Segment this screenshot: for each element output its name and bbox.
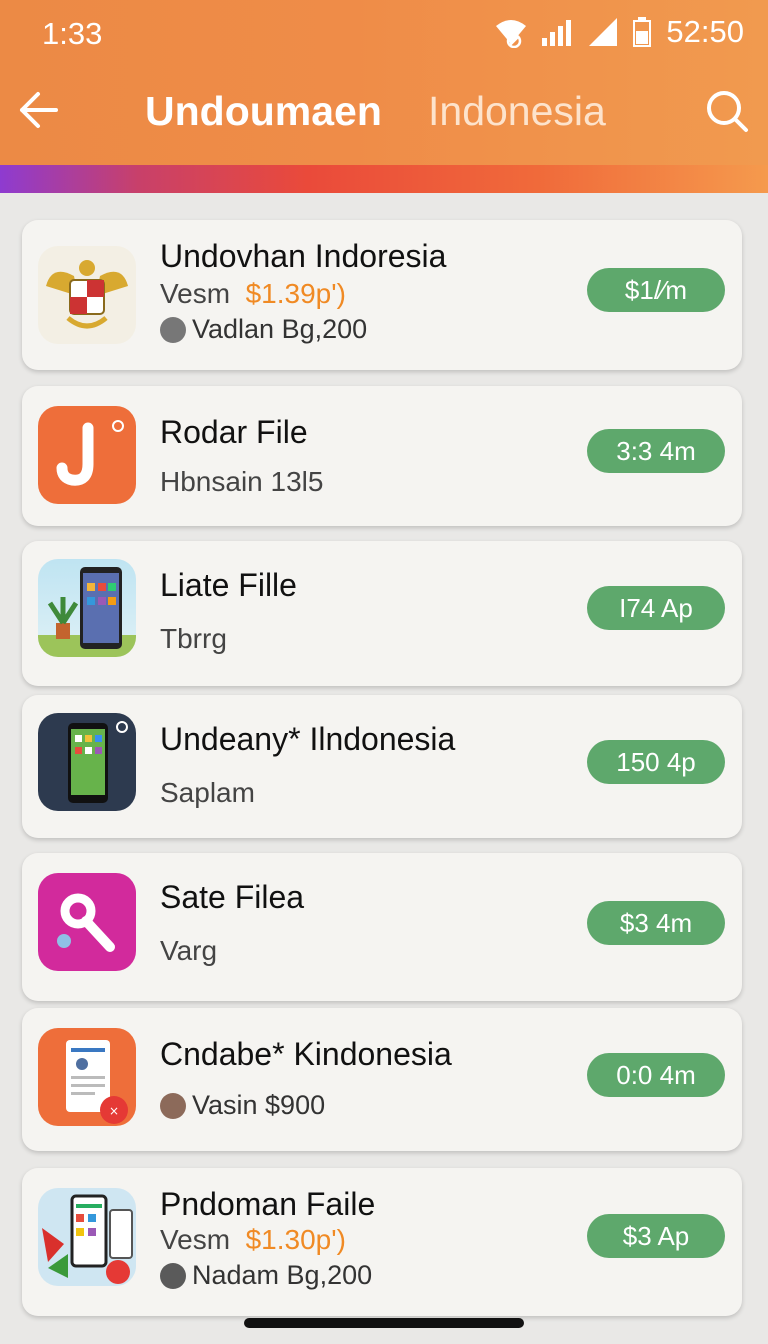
action-button[interactable]: $3 4m	[587, 901, 725, 945]
status-bar: 1:33 52:50	[0, 0, 768, 70]
item-title: Undovhan Indoresia	[160, 238, 447, 274]
action-button[interactable]: 3:3 4m	[587, 429, 725, 473]
page-title-region: Indonesia	[428, 88, 606, 134]
avatar	[160, 316, 186, 343]
cellular-icon	[589, 18, 618, 46]
garuda-emblem-icon	[38, 246, 136, 344]
gradient-strip	[0, 165, 768, 193]
list-item[interactable]: Pndoman Faile Vesm $1.30p') Nadam Bg,200…	[22, 1168, 742, 1316]
status-time: 1:33	[42, 16, 103, 51]
svg-text:×: ×	[109, 1104, 119, 1118]
item-price: $1.39p')	[245, 278, 346, 309]
item-title: Cndabe* Kindonesia	[160, 1036, 452, 1072]
page-title: Undoumaen	[145, 88, 382, 134]
home-indicator[interactable]	[244, 1318, 524, 1328]
file-app-icon	[38, 406, 136, 504]
wifi-icon	[496, 20, 527, 48]
item-price: $1.30p')	[245, 1224, 346, 1255]
action-button[interactable]: 0:0 4m	[587, 1053, 725, 1097]
action-button[interactable]: $3 Ap	[587, 1214, 725, 1258]
battery-level: 52:50	[666, 14, 744, 49]
item-title: Undeany* Ilndonesia	[160, 721, 456, 757]
avatar	[160, 1092, 186, 1119]
list-item[interactable]: Undovhan Indoresia Vesm $1.39p') Vadlan …	[22, 220, 742, 370]
item-subtitle: Saplam	[160, 777, 255, 808]
pin-tool-icon	[38, 873, 136, 971]
item-title: Sate Filea	[160, 879, 305, 915]
item-subtitle: Hbnsain 13l5	[160, 466, 324, 497]
item-title: Rodar File	[160, 414, 308, 450]
avatar	[160, 1262, 186, 1289]
item-meta: Vadlan Bg,200	[160, 314, 367, 345]
signal-icon	[542, 20, 572, 46]
search-icon[interactable]	[704, 88, 750, 134]
list-item[interactable]: Rodar File Hbnsain 13l5 3:3 4m	[22, 386, 742, 526]
action-button[interactable]: 150 4p	[587, 740, 725, 784]
smartphone-icon	[38, 713, 136, 811]
arrow-left-icon[interactable]	[16, 88, 60, 132]
item-title: Pndoman Faile	[160, 1186, 376, 1222]
battery-icon	[633, 17, 652, 47]
list-item[interactable]: Liate Fille Tbrrg I74 Ap	[22, 541, 742, 686]
list-item[interactable]: Sate Filea Varg $3 4m	[22, 853, 742, 1001]
list-item[interactable]: × Cndabe* Kindonesia Vasin $900 0:0 4m	[22, 1008, 742, 1151]
action-button[interactable]: I74 Ap	[587, 586, 725, 630]
item-title: Liate Fille	[160, 567, 297, 603]
item-meta: Vasin $900	[160, 1090, 325, 1121]
action-button[interactable]: $1/⁄m	[587, 268, 725, 312]
phone-plant-icon	[38, 559, 136, 657]
item-subtitle: Vesm $1.30p')	[160, 1224, 346, 1255]
item-subtitle: Vesm $1.39p')	[160, 278, 346, 309]
item-subtitle: Tbrrg	[160, 623, 227, 654]
phone-apps-icon	[38, 1188, 136, 1286]
item-subtitle: Varg	[160, 935, 218, 966]
item-meta: Nadam Bg,200	[160, 1260, 372, 1291]
list-item[interactable]: Undeany* Ilndonesia Saplam 150 4p	[22, 695, 742, 838]
document-app-icon: ×	[38, 1028, 136, 1126]
